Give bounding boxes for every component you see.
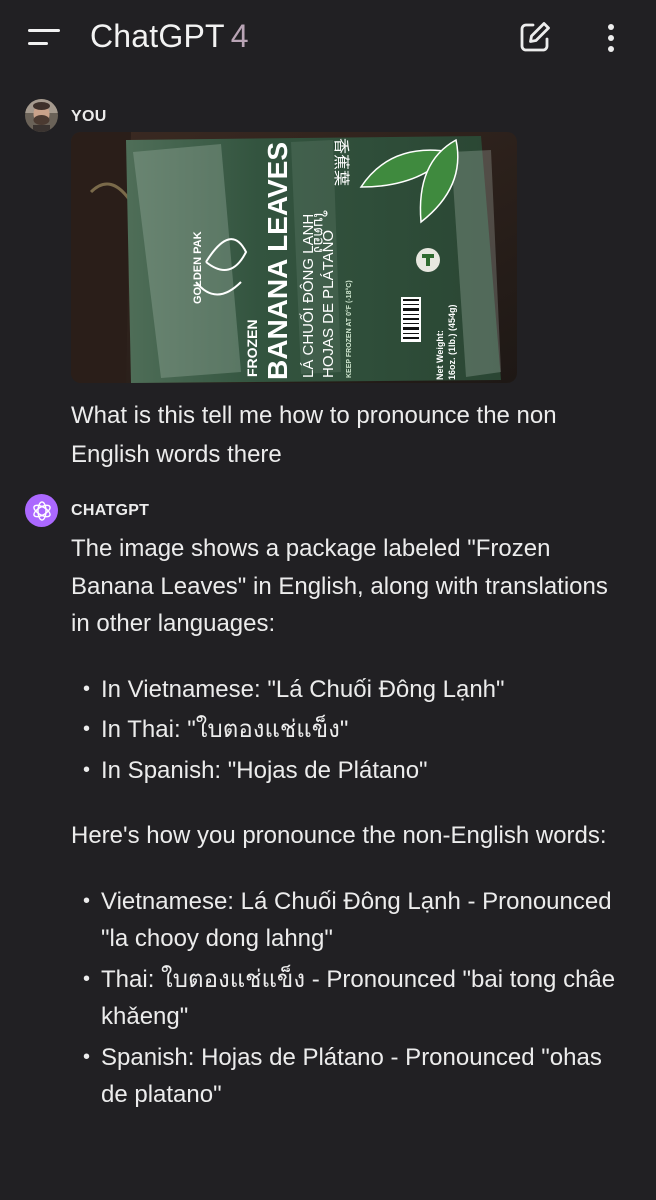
more-options-button[interactable]: [598, 22, 624, 54]
user-author-label: YOU: [71, 108, 107, 125]
list-item: Thai: ใบตองแช่แข็ง - Pronounced "bai ton…: [83, 961, 631, 1036]
edit-square-icon: [520, 22, 550, 52]
list-item: In Vietnamese: "Lá Chuối Đông Lạnh": [83, 671, 631, 709]
uploaded-photo[interactable]: GOLDEN PAK FROZEN BANANA LEAVES LÁ CHUỐI…: [71, 132, 517, 383]
chatgpt-avatar: [25, 494, 58, 527]
translations-list: In Vietnamese: "Lá Chuối Đông Lạnh" In T…: [71, 671, 631, 790]
package-frozen-text: FROZEN: [244, 319, 260, 377]
assistant-message: The image shows a package labeled "Froze…: [71, 530, 631, 1142]
list-item: Spanish: Hojas de Plátano - Pronounced "…: [83, 1039, 631, 1114]
user-message-text: What is this tell me how to pronounce th…: [71, 402, 557, 468]
top-bar: ChatGPT 4: [0, 0, 656, 76]
model-version: 4: [230, 18, 249, 54]
package-thai-text: ใบตอง: [310, 210, 328, 253]
package-keep-frozen-text: KEEP FROZEN AT 0°F (-18°C): [345, 280, 353, 378]
pronunciation-intro: Here's how you pronounce the non-English…: [71, 822, 607, 849]
vertical-ellipsis-icon: [608, 24, 614, 52]
new-chat-button[interactable]: [518, 20, 552, 54]
list-item: In Thai: "ใบตองแช่แข็ง": [83, 711, 631, 749]
pronunciation-list: Vietnamese: Lá Chuối Đông Lạnh - Pronoun…: [71, 883, 631, 1114]
list-item: Vietnamese: Lá Chuối Đông Lạnh - Pronoun…: [83, 883, 631, 958]
package-weight-text: 16oz. (1lb.) (454g): [447, 304, 457, 380]
package-chinese-text: 香蕉葉: [332, 138, 350, 186]
hamburger-menu-icon[interactable]: [28, 26, 62, 50]
page-title[interactable]: ChatGPT 4: [90, 18, 249, 55]
package-product-text: BANANA LEAVES: [262, 142, 293, 380]
package-net-weight-label: Net Weight:: [435, 330, 445, 380]
user-avatar: [25, 99, 58, 132]
app-name: ChatGPT: [90, 18, 225, 54]
assistant-author-label: CHATGPT: [71, 502, 150, 519]
list-item: In Spanish: "Hojas de Plátano": [83, 752, 631, 790]
answer-intro: The image shows a package labeled "Froze…: [71, 535, 608, 637]
openai-logo-icon: [32, 500, 51, 521]
package-brand-text: GOLDEN PAK: [192, 231, 204, 304]
